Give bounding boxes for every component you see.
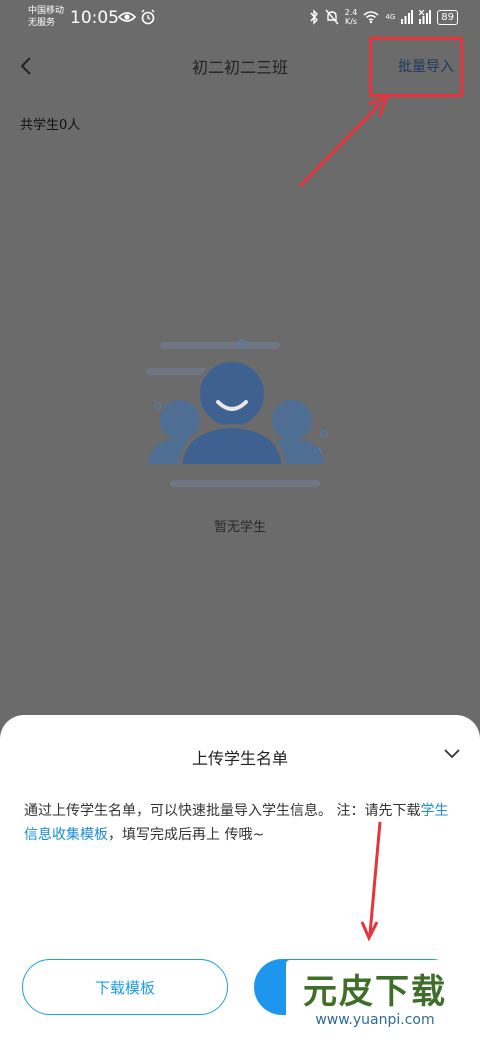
watermark-url: www.yuanpi.com <box>315 1012 435 1028</box>
network-tag: 4G <box>385 13 396 21</box>
sheet-title: 上传学生名单 <box>191 749 288 768</box>
sheet-description: 通过上传学生名单，可以快速批量导入学生信息。 注：请先下载学生信息收集模板，填写… <box>24 799 456 847</box>
status-icons: 2.4 K/s 4G 89 <box>309 8 458 26</box>
annotation-highlight-box <box>369 37 463 97</box>
student-count: 共学生0人 <box>20 118 81 133</box>
annotation-arrow-top <box>298 95 389 188</box>
clock: 10:05 <box>70 8 119 28</box>
watermark-title: 元皮下载 <box>303 972 447 1012</box>
desc-text-2: ，填写完成后再上 传哦~ <box>108 827 265 843</box>
mute-bell-icon <box>325 9 339 25</box>
eye-icon <box>118 12 136 22</box>
status-bar: 中国移动 无服务 10:05 2.4 K/s 4G 89 <box>0 0 480 36</box>
signal-icon <box>401 10 414 24</box>
battery-indicator: 89 <box>437 9 458 25</box>
chevron-down-icon[interactable] <box>442 743 462 763</box>
bluetooth-icon <box>310 9 318 25</box>
watermark-logo: 元皮下载 www.yuanpi.com <box>286 960 464 1036</box>
signal-no-service-icon <box>419 10 432 24</box>
alarm-icon <box>141 9 155 25</box>
net-speed: 2.4 K/s <box>344 8 358 26</box>
carrier-info: 中国移动 无服务 <box>28 6 65 28</box>
download-template-button[interactable]: 下载模板 <box>22 959 228 1015</box>
empty-state-text: 暂无学生 <box>213 520 266 535</box>
empty-students-illustration <box>146 339 328 487</box>
desc-text-1: 通过上传学生名单，可以快速批量导入学生信息。 注：请先下载 <box>24 803 421 819</box>
wifi-icon <box>363 11 379 24</box>
